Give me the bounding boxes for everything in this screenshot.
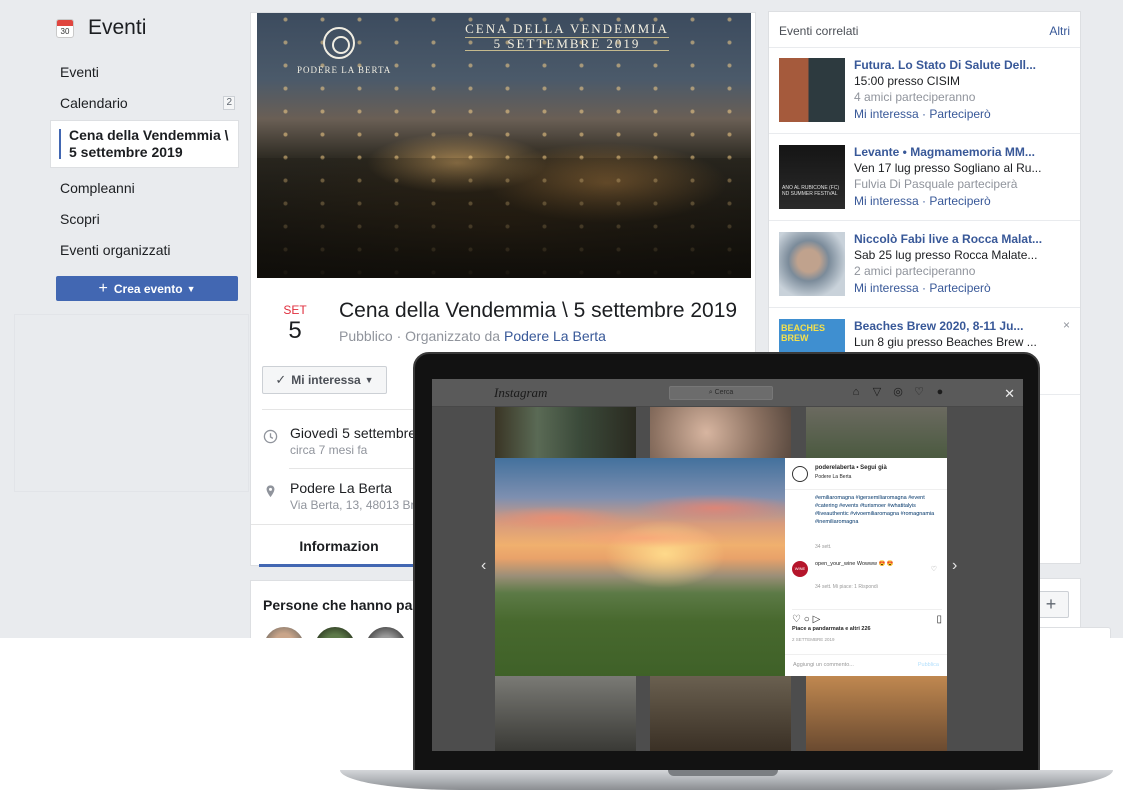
attendees-title: Persone che hanno part [263, 597, 423, 613]
plus-icon: + [98, 279, 108, 297]
grid-photo[interactable] [650, 407, 791, 458]
sidebar-item-compleanni[interactable]: Compleanni [50, 172, 239, 203]
cover-brand: PODERE LA BERTA [297, 65, 392, 75]
caption-time: 34 sett. [815, 544, 832, 550]
related-events-title: Eventi correlati [779, 24, 859, 38]
check-icon: ✓ [275, 372, 287, 387]
post-panel: poderelaberta • Segui già Podere La Bert… [785, 458, 947, 676]
create-event-button[interactable]: + Crea evento ▼ [56, 276, 238, 301]
sidebar-item-eventi-organizzati[interactable]: Eventi organizzati [50, 234, 239, 265]
grid-photo[interactable] [495, 407, 636, 458]
search-input[interactable]: ⌕ Cerca [669, 386, 773, 400]
bookmark-icon[interactable]: ▯ [936, 614, 942, 625]
heart-icon[interactable]: ♡ [912, 385, 926, 399]
commenter-avatar[interactable]: WINE [792, 561, 808, 577]
post-photo [495, 458, 785, 676]
add-comment-row: Aggiungi un commento... Pubblica [785, 654, 947, 676]
share-icon[interactable]: ▷ [813, 614, 821, 625]
chevron-left-icon[interactable]: ‹ [481, 557, 486, 575]
post-caption: #emiliaromagna #igersemiliaromagna #even… [815, 495, 935, 525]
sidebar-item-eventi[interactable]: Eventi [50, 56, 239, 87]
post-location[interactable]: Podere La Berta [815, 474, 851, 480]
comment-text: open_your_wine Wowww 😍 😍 [815, 561, 894, 567]
event-date-block: SET 5 [283, 303, 307, 344]
related-more-link[interactable]: Altri [1049, 24, 1070, 38]
likes-count[interactable]: Piace a pandarmata e altri 226 [792, 626, 871, 632]
cover-title: CENA DELLA VENDEMMIA 5 SETTEMBRE 2019 [465, 21, 669, 51]
avatar[interactable] [364, 625, 408, 638]
rsvp-links[interactable]: Mi interessa · Parteciperò [854, 281, 991, 295]
post-username[interactable]: poderelaberta • Segui già [815, 465, 887, 471]
sidebar-panel [14, 314, 249, 492]
event-thumbnail: ANO AL RUBICONE (FC) ND SUMMER FESTIVAL [779, 145, 845, 209]
organizer-link[interactable]: Podere La Berta [504, 328, 606, 344]
grid-photo[interactable] [806, 676, 947, 751]
clock-icon [263, 429, 278, 444]
related-event-item[interactable]: ANO AL RUBICONE (FC) ND SUMMER FESTIVAL … [769, 134, 1080, 221]
instagram-logo[interactable]: Instagram [494, 385, 547, 401]
sidebar-nav: Eventi Calendario 2 Cena della Vendemmia … [50, 56, 239, 265]
event-title: Cena della Vendemmia \ 5 settembre 2019 [339, 299, 738, 322]
event-subtitle: Pubblico · Organizzato da Podere La Bert… [339, 328, 606, 344]
event-cover-photo: PODERE LA BERTA CENA DELLA VENDEMMIA 5 S… [257, 13, 751, 278]
avatar[interactable] [262, 625, 306, 638]
page-title: Eventi [88, 16, 147, 39]
caret-down-icon: ▼ [186, 283, 196, 294]
sidebar-item-calendario[interactable]: Calendario 2 [50, 87, 239, 118]
interest-button[interactable]: ✓ Mi interessa ▼ [262, 366, 387, 394]
comment-meta: 34 sett. Mi piace: 1 Rispondi [815, 584, 878, 590]
event-thumbnail [779, 58, 845, 122]
home-icon[interactable]: ⌂ [849, 385, 863, 399]
publish-button[interactable]: Pubblica [918, 662, 939, 668]
comment-like-icon[interactable]: ♡ [931, 565, 937, 573]
calendar-icon: 30 [56, 18, 74, 38]
avatar[interactable] [313, 625, 357, 638]
profile-avatar[interactable]: ● [933, 385, 947, 399]
direct-icon[interactable]: ▽ [870, 385, 884, 399]
close-icon[interactable]: × [1063, 318, 1070, 332]
sidebar-item-current-event[interactable]: Cena della Vendemmia \ 5 settembre 2019 [50, 120, 239, 168]
sidebar-header: 30 Eventi [56, 16, 146, 40]
calendar-count-badge: 2 [223, 96, 235, 110]
instagram-topbar: Instagram ⌕ Cerca ⌂ ▽ ◎ ♡ ● [432, 379, 1023, 407]
caret-down-icon: ▼ [364, 375, 374, 385]
user-avatar[interactable] [792, 466, 808, 482]
brand-logo-icon [323, 27, 355, 59]
event-thumbnail [779, 232, 845, 296]
laptop-screen: Instagram ⌕ Cerca ⌂ ▽ ◎ ♡ ● ✕ ‹ › podere… [432, 379, 1023, 751]
rsvp-links[interactable]: Mi interessa · Parteciperò [854, 194, 991, 208]
post-date: 2 SETTEMBRE 2019 [792, 637, 835, 642]
tab-informazioni[interactable]: Informazion [259, 525, 419, 567]
laptop-notch [668, 770, 778, 776]
rsvp-links[interactable]: Mi interessa · Parteciperò [854, 107, 991, 121]
location-pin-icon [266, 485, 275, 498]
related-event-item[interactable]: Niccolò Fabi live a Rocca Malat... Sab 2… [769, 221, 1080, 308]
grid-photo[interactable] [650, 676, 791, 751]
comment-input[interactable]: Aggiungi un commento... [793, 662, 854, 668]
close-icon[interactable]: ✕ [1004, 386, 1015, 402]
related-event-item[interactable]: Futura. Lo Stato Di Salute Dell... 15:00… [769, 47, 1080, 134]
post-actions: ♡ ○ ▷ ▯ [792, 609, 942, 625]
grid-photo[interactable] [806, 407, 947, 458]
chevron-right-icon[interactable]: › [952, 557, 957, 575]
like-icon[interactable]: ♡ [792, 614, 801, 625]
grid-photo[interactable] [495, 676, 636, 751]
sidebar-item-scopri[interactable]: Scopri [50, 203, 239, 234]
explore-icon[interactable]: ◎ [891, 385, 905, 399]
comment-icon[interactable]: ○ [804, 614, 810, 625]
